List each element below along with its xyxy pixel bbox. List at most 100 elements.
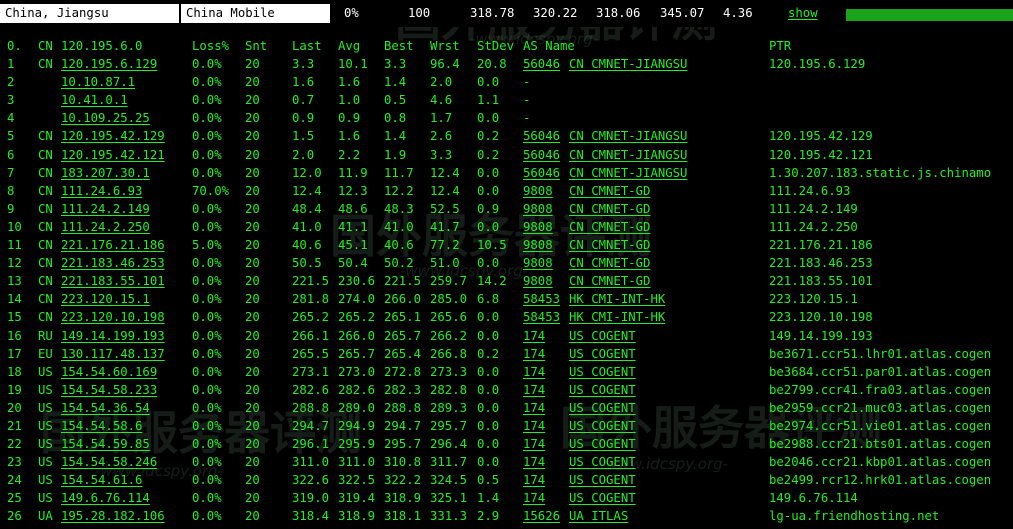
- as-link[interactable]: 174 US COGENT: [523, 471, 636, 489]
- host-link[interactable]: 111.24.2.149: [61, 200, 150, 218]
- as-name[interactable]: COGENT: [591, 455, 635, 469]
- as-name[interactable]: COGENT: [591, 365, 635, 379]
- as-name[interactable]: CMI-INT-HK: [591, 310, 665, 324]
- host-link[interactable]: 10.10.87.1: [61, 73, 135, 91]
- as-number[interactable]: 9808: [523, 200, 569, 218]
- show-button[interactable]: show: [788, 4, 818, 23]
- host-link[interactable]: 120.195.42.121: [61, 146, 165, 164]
- as-country[interactable]: CN: [569, 202, 591, 216]
- as-country[interactable]: CN: [569, 166, 591, 180]
- host-link[interactable]: 154.54.36.54: [61, 399, 150, 417]
- as-country[interactable]: CN: [569, 57, 591, 71]
- as-number[interactable]: 174: [523, 417, 569, 435]
- as-name[interactable]: COGENT: [591, 473, 635, 487]
- as-country[interactable]: CN: [569, 129, 591, 143]
- as-number[interactable]: 9808: [523, 254, 569, 272]
- as-link[interactable]: 174 US COGENT: [523, 435, 636, 453]
- host-link[interactable]: 221.176.21.186: [61, 236, 165, 254]
- as-name[interactable]: COGENT: [591, 491, 635, 505]
- as-number[interactable]: 56046: [523, 127, 569, 145]
- as-country[interactable]: CN: [569, 238, 591, 252]
- as-country[interactable]: US: [569, 329, 591, 343]
- host-link[interactable]: 154.54.58.6: [61, 417, 142, 435]
- as-link[interactable]: 174 US COGENT: [523, 363, 636, 381]
- as-number[interactable]: 9808: [523, 218, 569, 236]
- host-link[interactable]: 221.183.46.253: [61, 254, 165, 272]
- as-country[interactable]: CN: [569, 184, 591, 198]
- host-link[interactable]: 154.54.59.85: [61, 435, 150, 453]
- as-country[interactable]: US: [569, 455, 591, 469]
- host-link[interactable]: 120.195.6.129: [61, 55, 157, 73]
- host-link[interactable]: 154.54.60.169: [61, 363, 157, 381]
- as-name[interactable]: CMNET-GD: [591, 238, 650, 252]
- as-name[interactable]: ITLAS: [591, 509, 628, 523]
- host-link[interactable]: 154.54.58.233: [61, 381, 157, 399]
- as-name[interactable]: COGENT: [591, 329, 635, 343]
- as-country[interactable]: US: [569, 401, 591, 415]
- as-number[interactable]: 174: [523, 345, 569, 363]
- host-link[interactable]: 10.109.25.25: [61, 109, 150, 127]
- as-name[interactable]: COGENT: [591, 383, 635, 397]
- host-link[interactable]: 111.24.2.250: [61, 218, 150, 236]
- host-link[interactable]: 223.120.15.1: [61, 290, 150, 308]
- as-number[interactable]: 56046: [523, 146, 569, 164]
- as-number[interactable]: 9808: [523, 182, 569, 200]
- as-link[interactable]: 9808 CN CMNET-GD: [523, 182, 650, 200]
- host-link[interactable]: 120.195.42.129: [61, 127, 165, 145]
- as-country[interactable]: US: [569, 491, 591, 505]
- as-link[interactable]: 174 US COGENT: [523, 489, 636, 507]
- as-number[interactable]: 9808: [523, 236, 569, 254]
- as-name[interactable]: CMNET-JIANGSU: [591, 148, 687, 162]
- as-country[interactable]: US: [569, 383, 591, 397]
- as-link[interactable]: 174 US COGENT: [523, 327, 636, 345]
- host-link[interactable]: 111.24.6.93: [61, 182, 142, 200]
- as-name[interactable]: CMNET-GD: [591, 202, 650, 216]
- as-country[interactable]: UA: [569, 509, 591, 523]
- as-link[interactable]: 9808 CN CMNET-GD: [523, 272, 650, 290]
- as-number[interactable]: 174: [523, 399, 569, 417]
- as-number[interactable]: 15626: [523, 507, 569, 525]
- as-link[interactable]: 58453 HK CMI-INT-HK: [523, 308, 665, 326]
- as-link[interactable]: 174 US COGENT: [523, 417, 636, 435]
- as-link[interactable]: 9808 CN CMNET-GD: [523, 218, 650, 236]
- as-link[interactable]: 56046 CN CMNET-JIANGSU: [523, 146, 687, 164]
- host-link[interactable]: 183.207.30.1: [61, 164, 150, 182]
- as-number[interactable]: 58453: [523, 290, 569, 308]
- as-country[interactable]: HK: [569, 292, 591, 306]
- as-country[interactable]: US: [569, 419, 591, 433]
- as-number[interactable]: 174: [523, 453, 569, 471]
- as-link[interactable]: 9808 CN CMNET-GD: [523, 200, 650, 218]
- as-name[interactable]: CMNET-GD: [591, 184, 650, 198]
- as-name[interactable]: CMNET-JIANGSU: [591, 166, 687, 180]
- as-number[interactable]: 174: [523, 435, 569, 453]
- as-country[interactable]: US: [569, 347, 591, 361]
- as-country[interactable]: CN: [569, 148, 591, 162]
- as-name[interactable]: COGENT: [591, 437, 635, 451]
- host-link[interactable]: 130.117.48.137: [61, 345, 165, 363]
- as-country[interactable]: CN: [569, 274, 591, 288]
- as-link[interactable]: 58453 HK CMI-INT-HK: [523, 290, 665, 308]
- as-number[interactable]: 174: [523, 489, 569, 507]
- as-country[interactable]: US: [569, 365, 591, 379]
- host-link[interactable]: 10.41.0.1: [61, 91, 128, 109]
- as-link[interactable]: 15626 UA ITLAS: [523, 507, 628, 525]
- host-link[interactable]: 223.120.10.198: [61, 308, 165, 326]
- as-link[interactable]: 174 US COGENT: [523, 453, 636, 471]
- host-link[interactable]: 149.14.199.193: [61, 327, 165, 345]
- as-country[interactable]: US: [569, 437, 591, 451]
- as-link[interactable]: 9808 CN CMNET-GD: [523, 236, 650, 254]
- as-name[interactable]: COGENT: [591, 419, 635, 433]
- as-number[interactable]: 58453: [523, 308, 569, 326]
- as-number[interactable]: 174: [523, 327, 569, 345]
- as-country[interactable]: CN: [569, 256, 591, 270]
- as-name[interactable]: CMNET-JIANGSU: [591, 57, 687, 71]
- host-link[interactable]: 221.183.55.101: [61, 272, 165, 290]
- as-country[interactable]: CN: [569, 220, 591, 234]
- as-name[interactable]: CMI-INT-HK: [591, 292, 665, 306]
- host-link[interactable]: 195.28.182.106: [61, 507, 165, 525]
- as-link[interactable]: 56046 CN CMNET-JIANGSU: [523, 127, 687, 145]
- as-name[interactable]: COGENT: [591, 401, 635, 415]
- as-link[interactable]: 56046 CN CMNET-JIANGSU: [523, 55, 687, 73]
- host-link[interactable]: 154.54.61.6: [61, 471, 142, 489]
- as-name[interactable]: CMNET-JIANGSU: [591, 129, 687, 143]
